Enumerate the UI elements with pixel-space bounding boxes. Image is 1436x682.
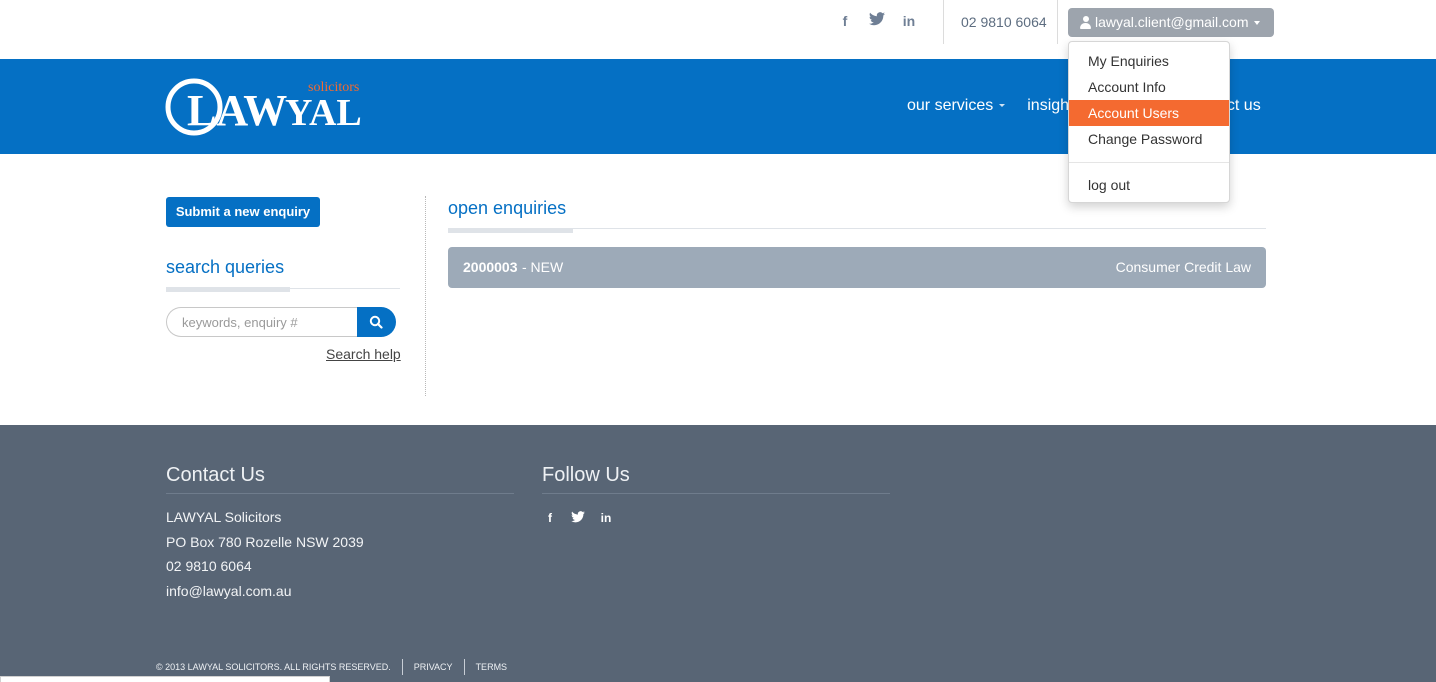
divider — [943, 0, 944, 44]
menu-item-change-password[interactable]: Change Password — [1069, 126, 1229, 152]
svg-text:LAW: LAW — [187, 86, 287, 135]
chevron-down-icon — [1254, 20, 1261, 25]
search-help-link[interactable]: Search help — [326, 346, 401, 362]
footer-address: PO Box 780 Rozelle NSW 2039 — [166, 534, 364, 550]
footer-follow-heading: Follow Us — [542, 464, 630, 486]
user-account-button[interactable]: lawyal.client@gmail.com — [1068, 8, 1274, 37]
enquiry-practice-area: Consumer Credit Law — [1115, 259, 1251, 275]
svg-text:YAL: YAL — [285, 92, 362, 134]
nav-insights[interactable]: insigh — [1027, 97, 1069, 115]
top-phone-number: 02 9810 6064 — [961, 14, 1047, 30]
facebook-icon[interactable]: f — [543, 511, 557, 526]
top-social-links: f in — [836, 12, 918, 30]
site-logo[interactable]: LAW YAL solicitors — [165, 77, 370, 137]
status-bar-overlay — [0, 676, 330, 682]
svg-text:solicitors: solicitors — [308, 80, 359, 95]
divider — [463, 659, 465, 675]
heading-underline-accent — [448, 228, 573, 233]
open-enquiries-heading: open enquiries — [448, 198, 567, 218]
search-queries-heading: search queries — [166, 257, 285, 277]
heading-underline-accent — [166, 287, 290, 292]
menu-item-my-enquiries[interactable]: My Enquiries — [1069, 48, 1229, 74]
footer-social-links: f in — [543, 511, 613, 526]
menu-divider — [1069, 162, 1229, 163]
footer-legal-bar: © 2013 LAWYAL SOLICITORS. ALL RIGHTS RES… — [156, 659, 507, 675]
divider — [542, 493, 890, 494]
footer-contact-heading: Contact Us — [166, 464, 265, 486]
enquiry-row[interactable]: 2000003 - NEW Consumer Credit Law — [448, 247, 1266, 288]
user-email: lawyal.client@gmail.com — [1095, 14, 1249, 30]
user-icon — [1080, 16, 1091, 29]
divider — [401, 659, 403, 675]
twitter-icon[interactable] — [868, 12, 886, 30]
submit-new-enquiry-button[interactable]: Submit a new enquiry — [166, 197, 320, 227]
user-account-dropdown: My Enquiries Account Info Account Users … — [1068, 41, 1230, 203]
facebook-icon[interactable]: f — [836, 12, 854, 30]
main-navigation: our services insigh — [907, 97, 1069, 115]
nav-label: our services — [907, 97, 994, 114]
search-input[interactable] — [166, 307, 360, 337]
footer-phone: 02 9810 6064 — [166, 558, 252, 574]
divider — [166, 493, 514, 494]
column-divider — [425, 196, 426, 396]
menu-item-account-users[interactable]: Account Users — [1069, 100, 1229, 126]
search-button[interactable] — [357, 307, 396, 337]
chevron-down-icon — [999, 104, 1006, 108]
enquiry-status: - NEW — [522, 259, 564, 275]
copyright-text: © 2013 LAWYAL SOLICITORS. ALL RIGHTS RES… — [156, 662, 391, 672]
terms-link[interactable]: TERMS — [476, 662, 508, 672]
menu-item-account-info[interactable]: Account Info — [1069, 74, 1229, 100]
footer-company: LAWYAL Solicitors — [166, 509, 282, 525]
divider — [1057, 0, 1058, 44]
menu-item-log-out[interactable]: log out — [1069, 172, 1229, 198]
nav-our-services[interactable]: our services — [907, 97, 1006, 115]
site-footer: Contact Us Follow Us LAWYAL Solicitors P… — [0, 425, 1436, 682]
twitter-icon[interactable] — [571, 511, 585, 526]
search-icon — [369, 315, 383, 329]
linkedin-icon[interactable]: in — [599, 511, 613, 526]
linkedin-icon[interactable]: in — [900, 12, 918, 30]
footer-email-link[interactable]: info@lawyal.com.au — [166, 583, 292, 599]
privacy-link[interactable]: PRIVACY — [414, 662, 453, 672]
enquiry-id: 2000003 — [463, 259, 518, 275]
